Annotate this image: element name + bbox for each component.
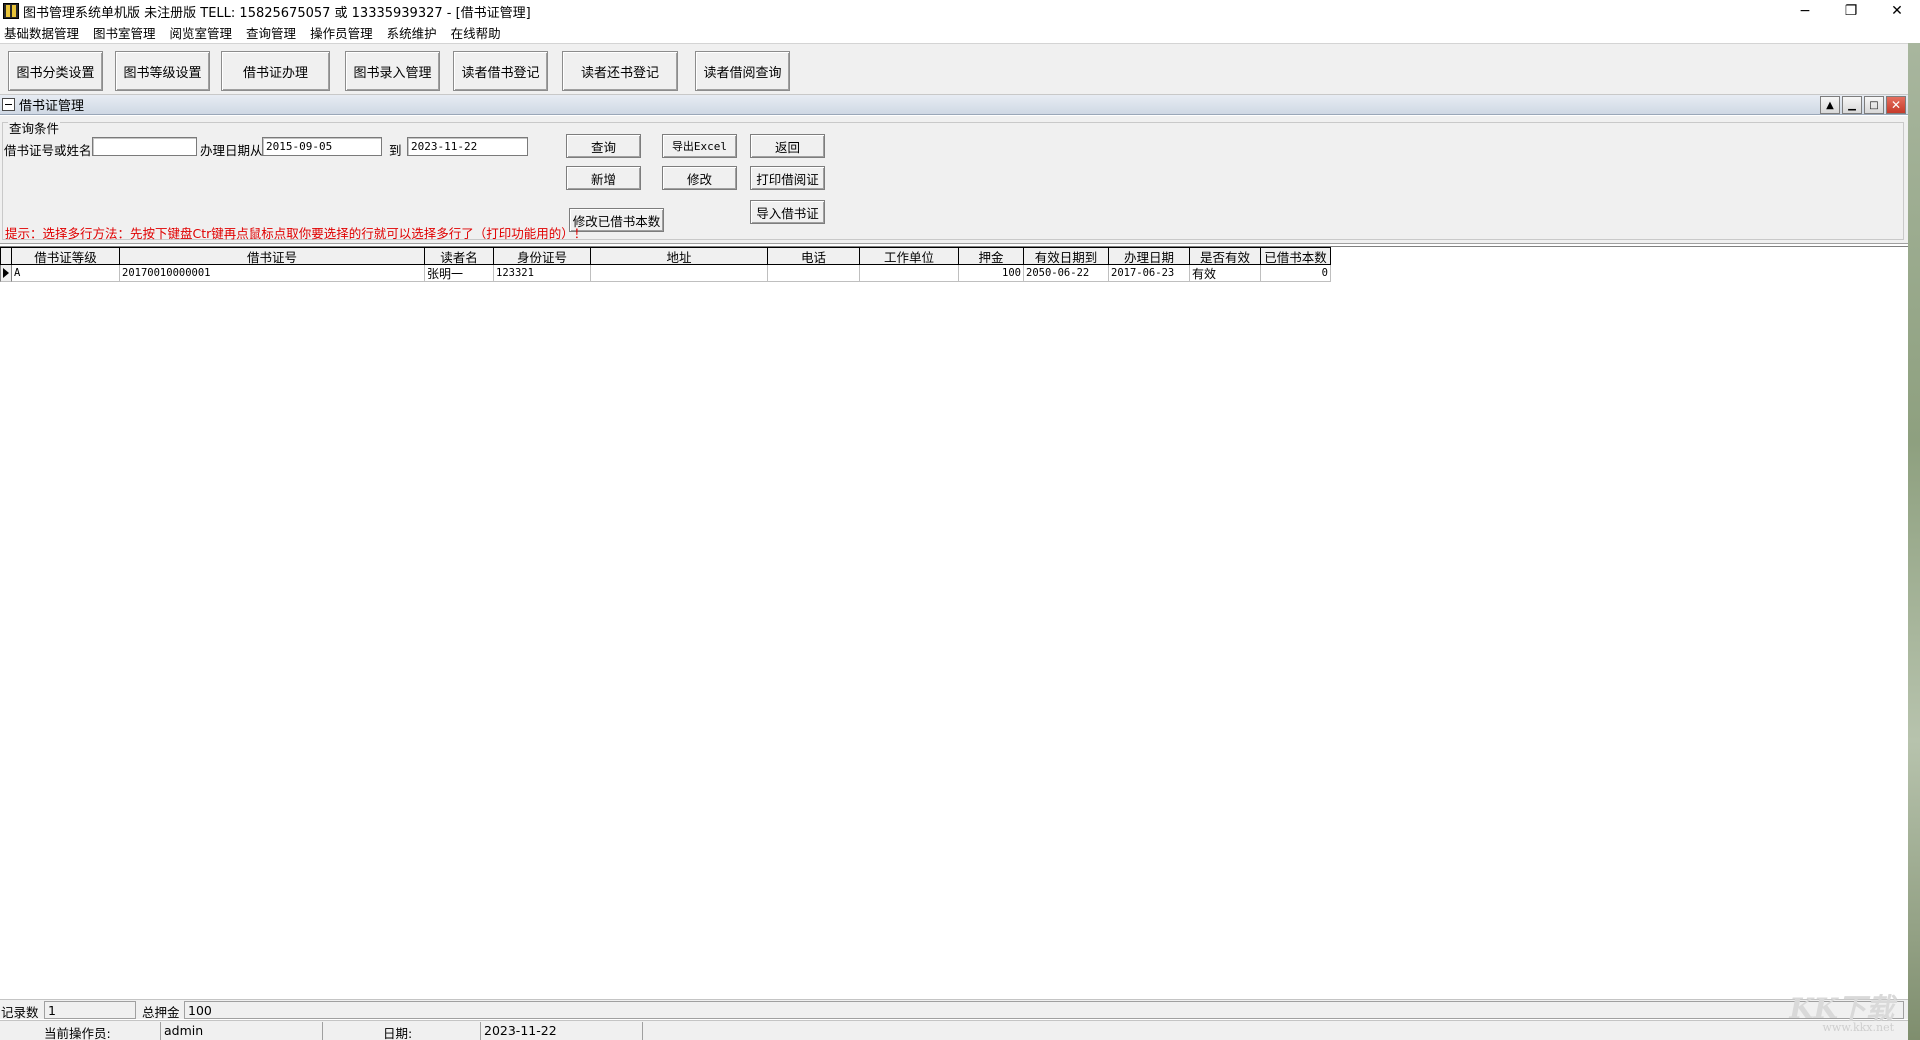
status-separator bbox=[160, 1022, 161, 1040]
cell-valid-until[interactable]: 2050-06-22 bbox=[1024, 265, 1109, 282]
restore-button[interactable]: ❐ bbox=[1828, 0, 1874, 22]
minimize-button[interactable]: − bbox=[1782, 0, 1828, 22]
column-header-valid[interactable]: 是否有效 bbox=[1190, 247, 1261, 265]
child-up-button[interactable]: ▲ bbox=[1820, 96, 1840, 114]
date-to-label: 到 bbox=[389, 143, 402, 158]
title-bar: 图书管理系统单机版 未注册版 TELL: 15825675057 或 13335… bbox=[0, 0, 1920, 22]
toolbar: 图书分类设置 图书等级设置 借书证办理 图书录入管理 读者借书登记 读者还书登记… bbox=[0, 43, 1908, 95]
import-card-button[interactable]: 导入借书证 bbox=[750, 200, 825, 224]
window-title: 图书管理系统单机版 未注册版 TELL: 15825675057 或 13335… bbox=[23, 5, 531, 21]
child-maximize-button[interactable]: □ bbox=[1864, 96, 1884, 114]
menu-library-room[interactable]: 图书室管理 bbox=[93, 23, 156, 42]
cell-level[interactable]: A bbox=[12, 265, 120, 282]
book-entry-button[interactable]: 图书录入管理 bbox=[345, 51, 440, 91]
query-panel: 查询条件 借书证号或姓名 办理日期从 2015-09-05 到 2023-11-… bbox=[0, 116, 1908, 244]
total-deposit-label: 总押金 bbox=[142, 1005, 180, 1020]
app-books-icon bbox=[3, 3, 19, 19]
cell-id-no[interactable]: 123321 bbox=[494, 265, 591, 282]
menu-online-help[interactable]: 在线帮助 bbox=[451, 23, 501, 42]
date-label: 日期: bbox=[383, 1026, 413, 1040]
column-header-deposit[interactable]: 押金 bbox=[959, 247, 1024, 265]
query-button[interactable]: 查询 bbox=[566, 134, 641, 158]
child-window-controls: ▲ ▁ □ ✕ bbox=[1818, 96, 1906, 114]
status-separator bbox=[642, 1022, 643, 1040]
column-header-address[interactable]: 地址 bbox=[591, 247, 768, 265]
card-or-name-label: 借书证号或姓名 bbox=[4, 143, 92, 158]
library-card-button[interactable]: 借书证办理 bbox=[221, 51, 330, 91]
row-indicator-header bbox=[0, 247, 12, 265]
cell-address[interactable] bbox=[591, 265, 768, 282]
borrow-query-button[interactable]: 读者借阅查询 bbox=[695, 51, 790, 91]
export-excel-button[interactable]: 导出Excel bbox=[662, 134, 737, 158]
menu-maintenance[interactable]: 系统维护 bbox=[387, 23, 437, 42]
book-category-button[interactable]: 图书分类设置 bbox=[8, 51, 103, 91]
child-close-button[interactable]: ✕ bbox=[1886, 96, 1906, 114]
current-row-indicator bbox=[0, 265, 12, 282]
cell-work-unit[interactable] bbox=[860, 265, 959, 282]
cell-borrowed-count[interactable]: 0 bbox=[1261, 265, 1331, 282]
date-value: 2023-11-22 bbox=[484, 1023, 557, 1038]
cell-phone[interactable] bbox=[768, 265, 860, 282]
status-separator bbox=[480, 1022, 481, 1040]
close-button[interactable]: ✕ bbox=[1874, 0, 1920, 22]
status-bar: 当前操作员: admin 日期: 2023-11-22 bbox=[0, 1020, 1908, 1040]
child-minimize-button[interactable]: ▁ bbox=[1842, 96, 1862, 114]
menu-query[interactable]: 查询管理 bbox=[246, 23, 296, 42]
menu-operator[interactable]: 操作员管理 bbox=[310, 23, 373, 42]
cell-issue-date[interactable]: 2017-06-23 bbox=[1109, 265, 1190, 282]
table-row[interactable]: A 20170010000001 张明一 123321 100 2050-06-… bbox=[0, 265, 1331, 282]
grid-header: 借书证等级 借书证号 读者名 身份证号 地址 电话 工作单位 押金 有效日期到 … bbox=[0, 247, 1331, 265]
return-register-button[interactable]: 读者还书登记 bbox=[562, 51, 678, 91]
date-from-label: 办理日期从 bbox=[200, 143, 263, 158]
book-level-button[interactable]: 图书等级设置 bbox=[115, 51, 210, 91]
library-card-grid[interactable]: 借书证等级 借书证号 读者名 身份证号 地址 电话 工作单位 押金 有效日期到 … bbox=[0, 246, 1908, 990]
column-header-card-no[interactable]: 借书证号 bbox=[120, 247, 425, 265]
date-to-input[interactable]: 2023-11-22 bbox=[407, 137, 528, 156]
menu-reading-room[interactable]: 阅览室管理 bbox=[170, 23, 233, 42]
column-header-phone[interactable]: 电话 bbox=[768, 247, 860, 265]
child-system-menu-icon[interactable] bbox=[2, 98, 15, 111]
column-header-issue-date[interactable]: 办理日期 bbox=[1109, 247, 1190, 265]
watermark-logo: KK下载 www.kkx.net bbox=[1789, 995, 1894, 1034]
total-deposit-value: 100 bbox=[184, 1001, 1904, 1019]
record-count-label: 记录数 bbox=[1, 1005, 39, 1020]
status-separator bbox=[322, 1022, 323, 1040]
operator-label: 当前操作员: bbox=[44, 1026, 111, 1040]
date-from-input[interactable]: 2015-09-05 bbox=[262, 137, 382, 156]
cell-card-no[interactable]: 20170010000001 bbox=[120, 265, 425, 282]
row-pointer-icon bbox=[3, 268, 9, 278]
back-button[interactable]: 返回 bbox=[750, 134, 825, 158]
cell-deposit[interactable]: 100 bbox=[959, 265, 1024, 282]
edit-button[interactable]: 修改 bbox=[662, 166, 737, 190]
child-window-title: 借书证管理 bbox=[19, 99, 85, 114]
multi-select-hint: 提示：选择多行方法：先按下键盘Ctr键再点鼠标点取你要选择的行就可以选择多行了（… bbox=[5, 226, 587, 241]
column-header-reader-name[interactable]: 读者名 bbox=[425, 247, 494, 265]
column-header-work-unit[interactable]: 工作单位 bbox=[860, 247, 959, 265]
cell-reader-name[interactable]: 张明一 bbox=[425, 265, 494, 282]
column-header-valid-until[interactable]: 有效日期到 bbox=[1024, 247, 1109, 265]
child-window-caption: 借书证管理 ▲ ▁ □ ✕ bbox=[0, 95, 1908, 115]
column-header-id-no[interactable]: 身份证号 bbox=[494, 247, 591, 265]
column-header-level[interactable]: 借书证等级 bbox=[12, 247, 120, 265]
column-header-borrowed-count[interactable]: 已借书本数 bbox=[1261, 247, 1331, 265]
menu-bar: 基础数据管理 图书室管理 阅览室管理 查询管理 操作员管理 系统维护 在线帮助 bbox=[0, 22, 1920, 42]
operator-value: admin bbox=[164, 1023, 204, 1038]
record-count-value: 1 bbox=[44, 1001, 136, 1019]
menu-basic-data[interactable]: 基础数据管理 bbox=[4, 23, 79, 42]
desktop-background-strip bbox=[1908, 43, 1920, 1040]
cell-valid[interactable]: 有效 bbox=[1190, 265, 1261, 282]
query-group-title: 查询条件 bbox=[8, 121, 61, 136]
add-button[interactable]: 新增 bbox=[566, 166, 641, 190]
window-controls: − ❐ ✕ bbox=[1782, 0, 1920, 22]
borrow-register-button[interactable]: 读者借书登记 bbox=[453, 51, 548, 91]
print-card-button[interactable]: 打印借阅证 bbox=[750, 166, 825, 190]
card-or-name-input[interactable] bbox=[92, 137, 197, 156]
summary-bar: 记录数 1 总押金 100 bbox=[0, 999, 1908, 1020]
